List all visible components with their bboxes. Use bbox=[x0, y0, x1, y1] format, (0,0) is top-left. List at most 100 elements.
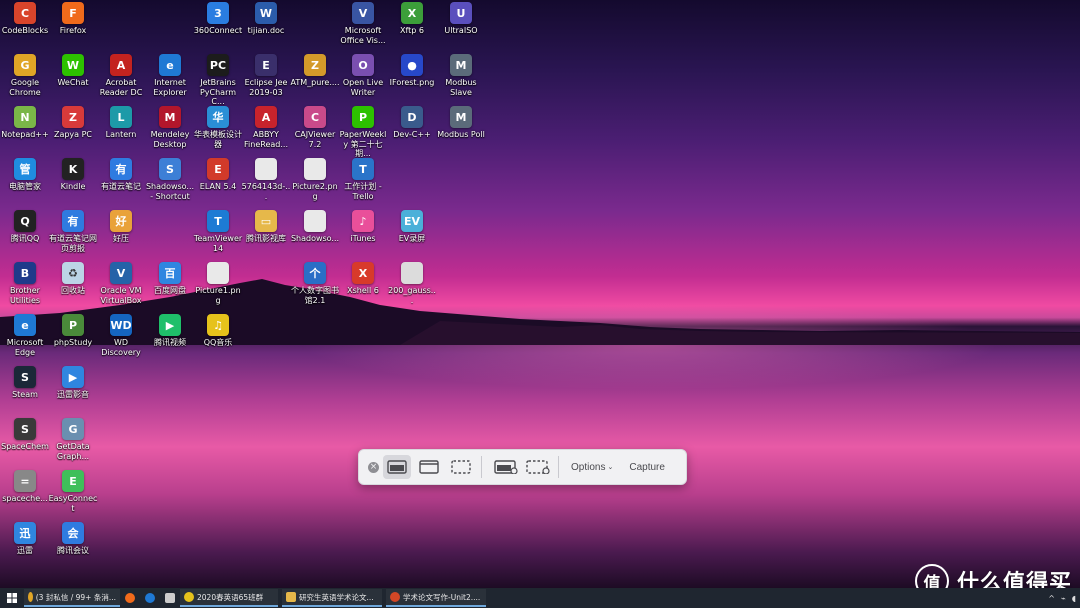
capture-window-button[interactable] bbox=[415, 455, 443, 479]
network-icon[interactable]: ⌁ bbox=[1061, 594, 1066, 603]
desktop-icon[interactable]: N Notepad++ bbox=[0, 106, 50, 140]
desktop-icon[interactable]: 迅迅雷 bbox=[0, 522, 50, 556]
desktop-icon[interactable]: = spaceche... bbox=[0, 470, 50, 504]
desktop-icon[interactable]: 百百度网盘 bbox=[145, 262, 195, 296]
taskbar-item-chrome[interactable]: (3 封私信 / 99+ 条消... bbox=[24, 589, 120, 607]
desktop-icon[interactable]: Picture1.png bbox=[193, 262, 243, 305]
desktop-icon[interactable]: U UltraISO bbox=[436, 2, 486, 36]
desktop-icon[interactable]: E Eclipse Jee 2019-03 bbox=[241, 54, 291, 97]
record-selection-button[interactable] bbox=[524, 455, 552, 479]
desktop-icon[interactable]: ▶ 迅雷影音 bbox=[48, 366, 98, 400]
desktop-icon[interactable]: ▭ 腾讯影视库 bbox=[241, 210, 291, 244]
desktop-icon[interactable]: 有有道云笔记网页剪报 bbox=[48, 210, 98, 253]
desktop-icon[interactable]: 5764143d-... bbox=[241, 158, 291, 201]
desktop-icon-label: UltraISO bbox=[444, 26, 478, 35]
desktop-icon[interactable]: 好好压 bbox=[96, 210, 146, 244]
start-button[interactable] bbox=[0, 588, 24, 608]
image-file-icon: ● bbox=[401, 54, 423, 76]
taskbar-item-qq-group[interactable]: 2020春英语65班群 bbox=[180, 589, 278, 607]
desktop-icon[interactable]: G GetData Graph... bbox=[48, 418, 98, 461]
record-entire-screen-button[interactable] bbox=[492, 455, 520, 479]
desktop-icon[interactable]: ♪ iTunes bbox=[338, 210, 388, 244]
desktop-icon[interactable]: WD WD Discovery bbox=[96, 314, 146, 357]
options-dropdown[interactable]: Options ⌄ bbox=[571, 462, 613, 473]
trello-icon: T bbox=[352, 158, 374, 180]
desktop-icon[interactable]: C CodeBlocks bbox=[0, 2, 50, 36]
desktop-icon[interactable]: L Lantern bbox=[96, 106, 146, 140]
desktop-icon[interactable]: E EasyConnect bbox=[48, 470, 98, 513]
desktop-icon[interactable]: P PaperWeekly 第二十七期... bbox=[338, 106, 388, 159]
desktop-icon[interactable]: S Shadowso... - Shortcut bbox=[145, 158, 195, 201]
desktop-icon[interactable]: G Google Chrome bbox=[0, 54, 50, 97]
desktop-icon[interactable]: K Kindle bbox=[48, 158, 98, 192]
desktop-icon[interactable]: A ABBYY FineRead... bbox=[241, 106, 291, 149]
desktop-icon-label: 腾讯会议 bbox=[57, 546, 89, 555]
desktop-icon[interactable]: 会腾讯会议 bbox=[48, 522, 98, 556]
desktop-icon[interactable]: X Xshell 6 bbox=[338, 262, 388, 296]
desktop-icon[interactable]: e Internet Explorer bbox=[145, 54, 195, 97]
phpstudy-icon: P bbox=[62, 314, 84, 336]
desktop-icon-label: spaceche... bbox=[2, 494, 48, 503]
taskbar-pinned-firefox[interactable] bbox=[120, 589, 140, 607]
desktop-icon[interactable]: ♻ 回收站 bbox=[48, 262, 98, 296]
taskbar-item-powerpoint[interactable]: 学术论文写作-Unit2.... bbox=[386, 589, 486, 607]
desktop-icon[interactable]: F Firefox bbox=[48, 2, 98, 36]
desktop-icon[interactable]: A Acrobat Reader DC bbox=[96, 54, 146, 97]
desktop-icon-label: 迅雷影音 bbox=[57, 390, 89, 399]
desktop-icon[interactable]: 200_gauss... bbox=[387, 262, 437, 305]
capture-selection-button[interactable] bbox=[447, 455, 475, 479]
desktop-icon[interactable]: S Steam bbox=[0, 366, 50, 400]
desktop-icon[interactable]: EV EV录屏 bbox=[387, 210, 437, 244]
desktop-icon[interactable]: Q 腾讯QQ bbox=[0, 210, 50, 244]
desktop-icon[interactable]: PC JetBrains PyCharm C... bbox=[193, 54, 243, 107]
desktop-icon[interactable]: e Microsoft Edge bbox=[0, 314, 50, 357]
taskbar-item-label: 研究生英语学术论文... bbox=[299, 592, 374, 602]
options-label: Options bbox=[571, 461, 606, 473]
taskbar-pinned-app[interactable] bbox=[160, 589, 180, 607]
chevron-up-icon[interactable]: ^ bbox=[1048, 594, 1055, 603]
taskbar-pinned-edge[interactable] bbox=[140, 589, 160, 607]
capture-entire-screen-button[interactable] bbox=[383, 455, 411, 479]
capture-button[interactable]: Capture bbox=[629, 462, 665, 473]
desktop-icon[interactable]: ▶ 腾讯视频 bbox=[145, 314, 195, 348]
desktop-icon[interactable]: Z ATM_pure.... bbox=[290, 54, 340, 88]
desktop-icon[interactable]: E ELAN 5.4 bbox=[193, 158, 243, 192]
desktop-icon[interactable]: 3 360Connect bbox=[193, 2, 243, 36]
desktop-icon[interactable]: Z Zapya PC bbox=[48, 106, 98, 140]
desktop-icon[interactable]: 华华表模板设计器 bbox=[193, 106, 243, 149]
desktop-icon[interactable]: PphpStudy bbox=[48, 314, 98, 348]
desktop-icon[interactable]: ♫ QQ音乐 bbox=[193, 314, 243, 348]
desktop-icon[interactable]: B Brother Utilities bbox=[0, 262, 50, 305]
desktop-icon[interactable]: V Oracle VM VirtualBox bbox=[96, 262, 146, 305]
desktop-icon-label: 个人数字图书馆2.1 bbox=[291, 286, 339, 305]
desktop-icon[interactable]: M Modbus Poll bbox=[436, 106, 486, 140]
desktop-icon[interactable]: ● IForest.png bbox=[387, 54, 437, 88]
desktop-icon[interactable]: T 工作计划 - Trello bbox=[338, 158, 388, 201]
desktop-icon[interactable]: W WeChat bbox=[48, 54, 98, 88]
desktop-icon[interactable]: Wtijian.doc bbox=[241, 2, 291, 36]
blank-file-icon bbox=[255, 158, 277, 180]
notepadpp-icon: N bbox=[14, 106, 36, 128]
image-file-icon bbox=[401, 262, 423, 284]
desktop-icon-label: Eclipse Jee 2019-03 bbox=[244, 78, 288, 97]
chrome-icon: G bbox=[14, 54, 36, 76]
recycle-bin-icon: ♻ bbox=[62, 262, 84, 284]
desktop-icon[interactable]: M Mendeley Desktop bbox=[145, 106, 195, 149]
desktop-icon[interactable]: C CAJViewer 7.2 bbox=[290, 106, 340, 149]
desktop-icon[interactable]: Picture2.png bbox=[290, 158, 340, 201]
taskbar-item-folder[interactable]: 研究生英语学术论文... bbox=[282, 589, 382, 607]
desktop-icon[interactable]: X Xftp 6 bbox=[387, 2, 437, 36]
close-toolbar-button[interactable]: × bbox=[368, 461, 379, 473]
desktop-icon[interactable]: M Modbus Slave bbox=[436, 54, 486, 97]
desktop-icon[interactable]: 有有道云笔记 bbox=[96, 158, 146, 192]
desktop-icon[interactable]: V Microsoft Office Vis... bbox=[338, 2, 388, 45]
desktop-icon[interactable]: S SpaceChem bbox=[0, 418, 50, 452]
desktop-icon[interactable]: Shadowso... bbox=[290, 210, 340, 244]
desktop-icon[interactable]: 个个人数字图书馆2.1 bbox=[290, 262, 340, 305]
desktop-icon[interactable]: T TeamViewer 14 bbox=[193, 210, 243, 253]
haozip-icon: 好 bbox=[110, 210, 132, 232]
volume-icon[interactable]: ◖ bbox=[1072, 594, 1076, 603]
desktop-icon[interactable]: D Dev-C++ bbox=[387, 106, 437, 140]
desktop-icon[interactable]: O Open Live Writer bbox=[338, 54, 388, 97]
desktop-icon[interactable]: 管电脑管家 bbox=[0, 158, 50, 192]
